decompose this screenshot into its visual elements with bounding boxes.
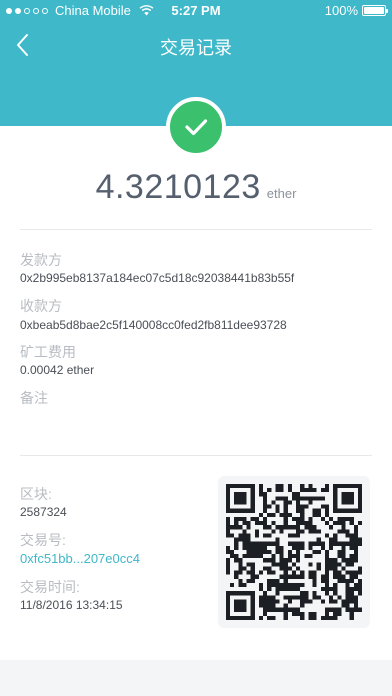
battery-percent: 100% (324, 3, 358, 18)
divider (20, 229, 372, 230)
block-number: 2587324 (20, 505, 67, 519)
battery-icon (362, 5, 388, 16)
fee-label: 矿工费用 (20, 344, 76, 360)
receiver-label: 收款方 (20, 298, 62, 314)
qr-code[interactable] (218, 476, 370, 628)
battery-status: 100% (324, 3, 388, 18)
amount-value: 4.3210123 (95, 168, 261, 206)
sender-label: 发款方 (20, 252, 62, 268)
status-bar: China Mobile 5:27 PM 100% (0, 0, 392, 22)
qr-code-icon (226, 484, 362, 620)
checkmark-icon (166, 97, 226, 157)
fee-value: 0.00042 ether (20, 363, 95, 377)
txid-link[interactable]: 0xfc51bb...207e0cc4 (20, 551, 140, 566)
block-label: 区块: (20, 486, 52, 502)
page-title: 交易记录 (160, 38, 232, 58)
txid-label: 交易号: (20, 532, 66, 548)
sender-address[interactable]: 0x2b995eb8137a184ec07c5d18c92038441b83b5… (20, 271, 294, 285)
amount-unit: ether (266, 186, 297, 201)
amount-row: 4.3210123 ether (0, 168, 392, 207)
note-label: 备注 (20, 390, 48, 406)
tx-time: 11/8/2016 13:34:15 (20, 598, 123, 612)
receiver-address[interactable]: 0xbeab5d8bae2c5f140008cc0fed2fb811dee937… (20, 318, 287, 332)
divider (20, 455, 372, 456)
time-label: 交易时间: (20, 579, 80, 595)
